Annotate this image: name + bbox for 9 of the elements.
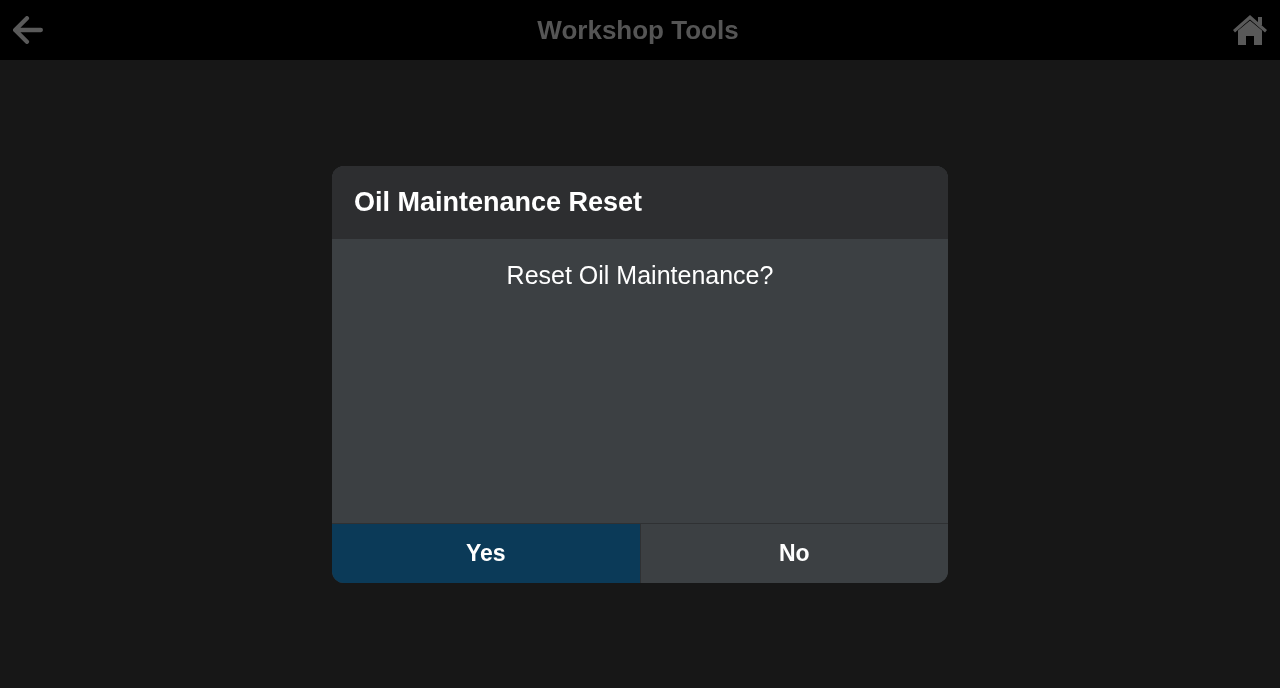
window-title: Workshop Tools (537, 17, 739, 43)
back-button[interactable] (12, 14, 44, 46)
home-button[interactable] (1232, 14, 1268, 46)
dialog-title: Oil Maintenance Reset (354, 188, 643, 216)
dialog-button[interactable]: Yes (332, 523, 640, 583)
home-icon (1232, 14, 1268, 46)
dialog-button[interactable]: No (639, 523, 948, 583)
back-arrow-icon (13, 16, 43, 44)
dialog-message: Reset Oil Maintenance? (506, 259, 774, 291)
